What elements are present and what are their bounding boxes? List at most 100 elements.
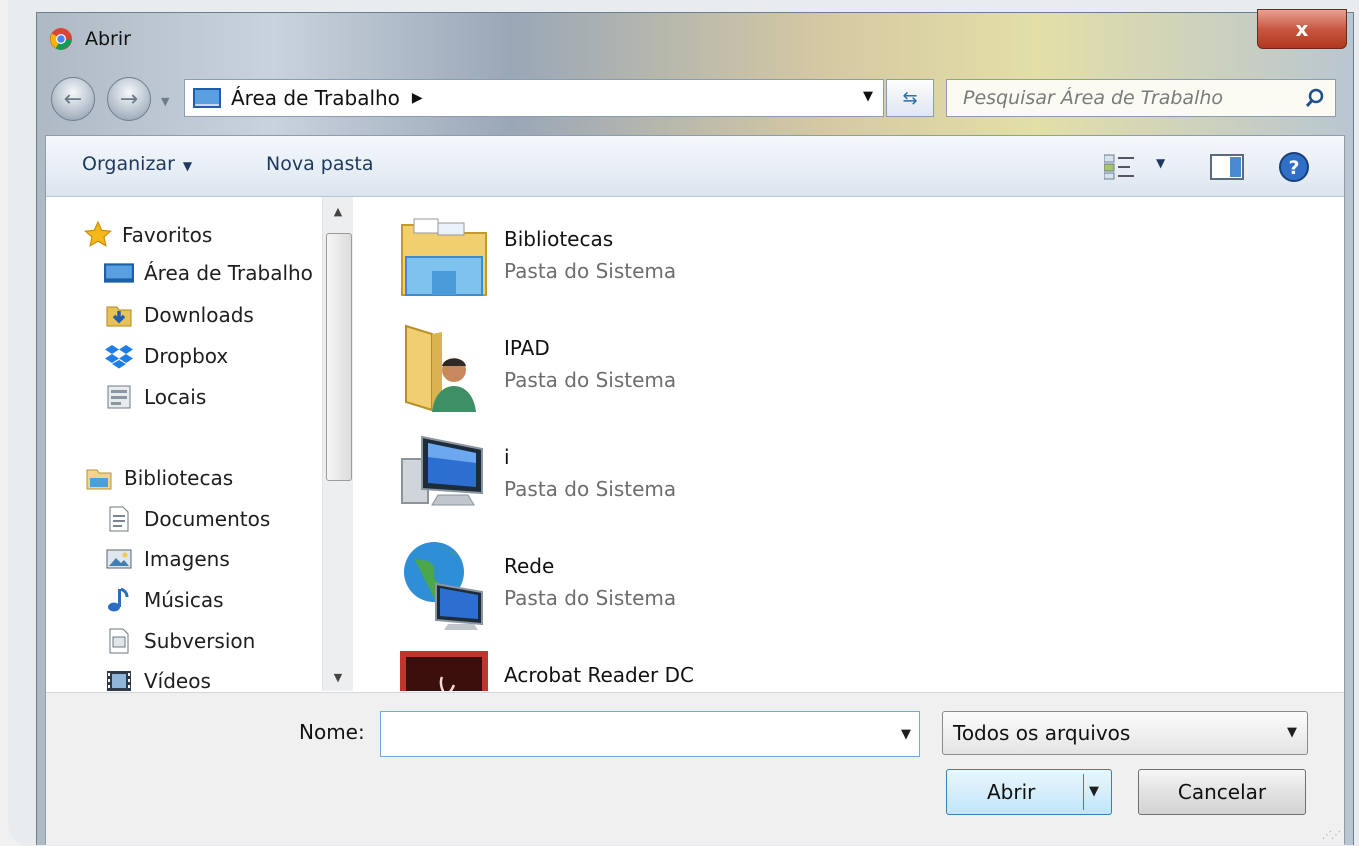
sidebar-scroll-thumb[interactable] [326,233,352,481]
music-icon [108,587,129,612]
file-type: Pasta do Sistema [504,259,677,283]
file-name-label: Nome: [299,720,365,744]
image-icon [106,549,132,569]
sidebar-item-label: Subversion [144,629,256,653]
history-dropdown-icon[interactable]: ▼ [161,95,169,108]
dialog-footer: Nome: ▼ Todos os arquivos ▼ Abrir ▼ Canc… [46,692,1344,845]
dialog-client: Organizar ▼ Nova pasta ▼ ? Favoritos Áre… [45,135,1345,845]
refresh-button[interactable]: ⇆ [886,79,934,117]
sidebar-item-label: Dropbox [144,344,229,368]
recent-places-icon [107,385,131,409]
view-options-icon[interactable] [1104,154,1138,180]
organize-label: Organizar [82,153,175,175]
file-name: Bibliotecas [504,227,614,251]
file-name: IPAD [504,336,550,360]
desktop-icon [104,263,134,283]
file-type: Pasta do Sistema [504,477,677,501]
sidebar-item-label: Vídeos [144,669,211,693]
search-input[interactable] [961,86,1285,110]
file-name-combobox[interactable]: ▼ [380,711,920,757]
address-bar[interactable]: Área de Trabalho ▶ ▼ [184,79,884,117]
close-icon: x [1295,17,1309,41]
list-item[interactable]: Bibliotecas Pasta do Sistema [398,211,998,311]
search-icon[interactable] [1305,88,1325,108]
address-text: Área de Trabalho [231,86,400,110]
svg-text:?: ? [1288,157,1299,179]
sidebar-item-label: Área de Trabalho [144,261,313,285]
document-icon [109,506,129,532]
view-dropdown-icon[interactable]: ▼ [1156,156,1165,170]
open-dropdown-icon[interactable]: ▼ [1089,784,1099,799]
sidebar-item-label: Locais [144,385,207,409]
dialog-title: Abrir [85,28,131,50]
sidebar-scrollbar[interactable]: ▲ ▼ [322,197,353,691]
open-button-label: Abrir [987,780,1036,804]
scroll-up-icon[interactable]: ▲ [323,199,353,223]
video-icon [107,671,131,691]
file-name: Acrobat Reader DC [504,663,694,687]
network-icon [404,542,483,630]
cancel-button[interactable]: Cancelar [1138,769,1306,815]
sidebar-item-locais[interactable]: Locais [104,383,206,411]
file-type-select[interactable]: Todos os arquivos ▼ [942,711,1308,755]
sidebar-item-desktop[interactable]: Área de Trabalho [104,261,313,285]
sidebar-item-downloads[interactable]: Downloads [104,301,254,329]
file-type-dropdown-icon: ▼ [1287,725,1297,740]
refresh-icon: ⇆ [902,87,918,109]
open-button[interactable]: Abrir ▼ [946,769,1112,815]
star-icon [84,221,112,247]
file-name: i [504,445,510,469]
user-folder-icon [405,324,476,412]
help-icon[interactable]: ? [1278,151,1310,183]
sidebar-item-videos[interactable]: Vídeos [104,667,211,695]
list-item[interactable]: i Pasta do Sistema [398,429,998,529]
sidebar-item-dropbox[interactable]: Dropbox [104,342,228,370]
sidebar-item-label: Documentos [144,507,271,531]
file-name: Rede [504,554,555,578]
subversion-icon [109,628,129,654]
new-folder-button[interactable]: Nova pasta [266,153,373,175]
forward-arrow-icon: → [119,86,139,112]
file-type: Pasta do Sistema [504,368,677,392]
open-file-dialog: Abrir x ← → ▼ Área de Trabalho ▶ ▼ ⇆ Pes… [36,9,1354,845]
scroll-down-icon[interactable]: ▼ [323,665,353,689]
forward-button[interactable]: → [107,77,151,121]
page-frame: Abrir x ← → ▼ Área de Trabalho ▶ ▼ ⇆ Pes… [8,0,1359,846]
file-type-value: Todos os arquivos [953,721,1131,745]
sidebar-item-subversion[interactable]: Subversion [104,627,255,655]
open-split-divider [1083,774,1084,810]
back-button[interactable]: ← [51,77,95,121]
list-item[interactable]: Acrobat Reader DC Atalho [398,647,998,691]
sidebar-item-label: Bibliotecas [124,466,234,490]
search-box[interactable] [946,79,1336,117]
sidebar-item-label: Músicas [144,588,224,612]
navigation-bar: ← → ▼ Área de Trabalho ▶ ▼ ⇆ [37,69,1353,135]
preview-pane-icon[interactable] [1210,154,1244,180]
organize-dropdown-icon: ▼ [182,159,193,173]
dropbox-icon [105,345,133,369]
resize-grip-icon[interactable]: ⋰⋰ [1322,830,1341,841]
sidebar-item-images[interactable]: Imagens [104,545,230,573]
sidebar-item-libraries[interactable]: Bibliotecas [84,464,233,492]
file-name-input[interactable] [387,722,881,746]
libraries-icon [86,469,112,490]
sidebar-item-label: Imagens [144,547,230,571]
command-toolbar: Organizar ▼ Nova pasta ▼ ? [46,136,1344,197]
file-name-dropdown-icon[interactable]: ▼ [901,727,911,742]
back-arrow-icon: ← [63,86,83,112]
desktop-icon [193,88,221,108]
sidebar-item-favorites[interactable]: Favoritos [84,221,212,249]
list-item[interactable]: IPAD Pasta do Sistema [398,320,998,420]
organize-button[interactable]: Organizar ▼ [82,153,192,175]
address-dropdown-icon[interactable]: ▼ [863,89,873,104]
list-item[interactable]: Rede Pasta do Sistema [398,538,998,638]
sidebar-item-label: Downloads [144,303,254,327]
breadcrumb-chevron-icon[interactable]: ▶ [412,90,423,106]
sidebar-item-documents[interactable]: Documentos [104,505,270,533]
navigation-pane: Favoritos Área de Trabalho Downloads Dro… [46,197,354,693]
sidebar-item-label: Favoritos [122,223,213,247]
chrome-icon [50,28,72,50]
computer-icon [401,435,483,506]
sidebar-item-music[interactable]: Músicas [104,586,224,614]
close-button[interactable]: x [1257,9,1347,49]
